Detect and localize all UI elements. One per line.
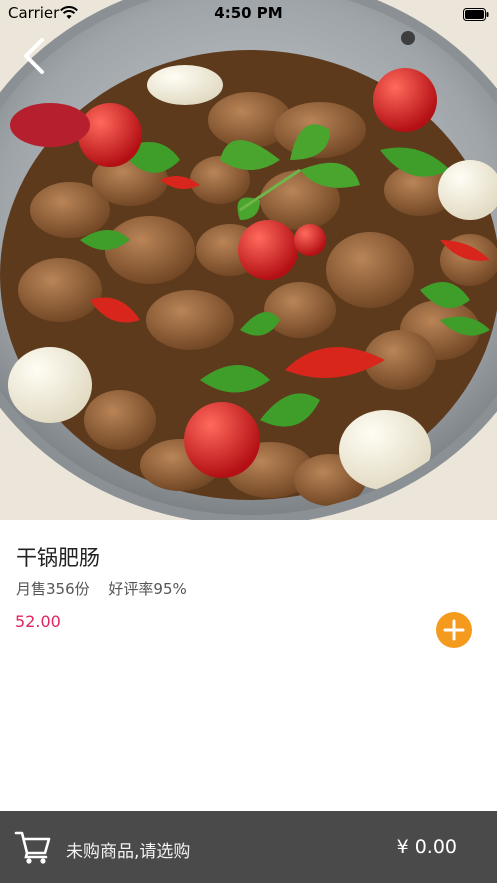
rating: 好评率95% [108,580,187,598]
dish-photo [0,0,497,520]
cart-bar[interactable]: 未购商品,请选购 ¥ 0.00 [0,811,497,883]
dish-price: 52.00 [15,612,61,631]
cart-status-text: 未购商品,请选购 [66,842,191,862]
dish-name: 干锅肥肠 [16,546,100,570]
status-bar: Carrier 4:50 PM [0,0,497,26]
chevron-left-icon [16,38,56,82]
cart-icon[interactable] [14,829,52,865]
battery-icon [463,6,489,21]
back-button[interactable] [16,34,56,78]
cart-total: ¥ 0.00 [396,836,457,858]
dish-info: 干锅肥肠 月售356份 好评率95% 52.00 [0,520,497,810]
plus-icon [436,612,472,648]
screen: Carrier 4:50 PM 干锅肥肠 月售356份 好评率95% 52.00… [0,0,497,883]
status-time: 4:50 PM [214,4,283,22]
dish-stats: 月售356份 好评率95% [16,578,187,599]
monthly-sales: 月售356份 [16,580,90,598]
add-to-cart-button[interactable] [436,612,472,648]
